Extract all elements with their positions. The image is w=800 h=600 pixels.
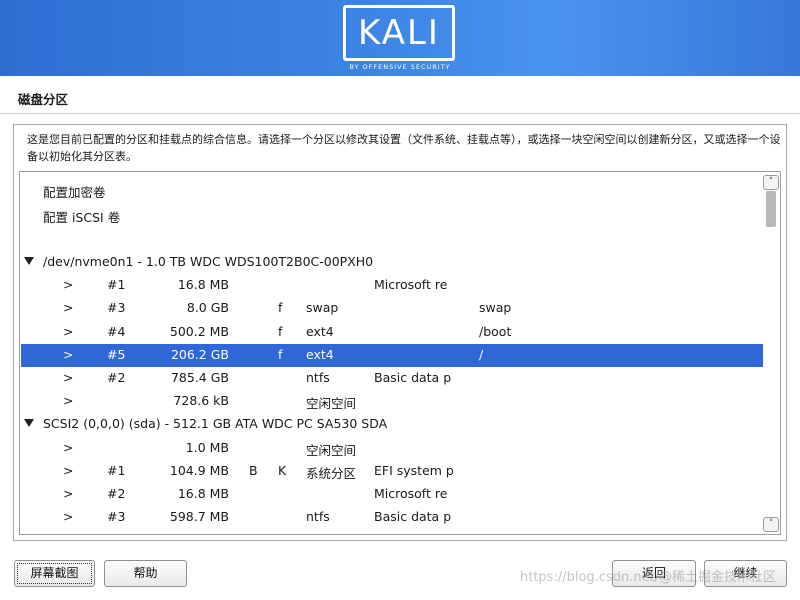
partition-mount: /boot [479, 323, 512, 339]
partition-name: Microsoft re [374, 486, 448, 501]
partition-name: Microsoft re [374, 277, 448, 293]
partition-expand-arrow[interactable]: > [63, 440, 73, 455]
scroll-down-button[interactable]: ˅ [763, 517, 779, 532]
partition-expand-arrow[interactable]: > [63, 347, 73, 362]
partition-size: 16.8 MB [177, 277, 229, 293]
partition-size: 104.9 MB [169, 462, 229, 478]
partition-expand-arrow[interactable]: > [63, 370, 73, 385]
partition-size: 8.0 GB [186, 300, 229, 316]
partition-expand-arrow[interactable]: > [63, 277, 73, 292]
partition-number: #2 [107, 486, 126, 501]
partition-name: Basic data p [374, 370, 452, 385]
partition-number: #4 [107, 323, 126, 339]
partition-size: 500.2 MB [169, 323, 229, 339]
partition-filesystem: ext4 [306, 346, 334, 362]
header-banner: KALI BY OFFENSIVE SECURITY [0, 0, 800, 76]
description-text: 这是您目前已配置的分区和挂载点的综合信息。请选择一个分区以修改其设置（文件系统、… [27, 133, 781, 163]
partition-expand-arrow[interactable]: > [63, 463, 73, 478]
partition-expand-arrow[interactable]: > [63, 509, 73, 524]
action-label: 配置加密卷 [43, 185, 106, 200]
partition-row[interactable]: > #1 104.9 MB B K 系统分区 EFI system p [21, 460, 763, 483]
device-label: /dev/nvme0n1 - 1.0 TB WDC WDS100T2B0C-00… [43, 254, 374, 269]
partition-filesystem: ext4 [306, 323, 334, 339]
partition-flag-format: f [278, 300, 283, 316]
partition-size: 598.7 MB [169, 509, 229, 525]
partition-number: #5 [107, 346, 126, 362]
partition-row[interactable]: > #5 206.2 GB f ext4 / [21, 343, 763, 367]
partition-filesystem: ntfs [306, 370, 330, 385]
partition-size: 16.8 MB [177, 486, 229, 501]
logo-text: KALI [358, 13, 440, 53]
partition-list[interactable]: 配置加密卷配置 iSCSI 卷/dev/nvme0n1 - 1.0 TB WDC… [19, 171, 781, 535]
partition-expand-arrow[interactable]: > [63, 300, 73, 315]
screenshot-button[interactable]: 屏幕截图 [14, 560, 95, 587]
scrollbar[interactable]: ˄ ˅ [763, 173, 779, 533]
partition-row[interactable]: > #2 16.8 MB Microsoft re [21, 483, 763, 506]
device-label: SCSI2 (0,0,0) (sda) - 512.1 GB ATA WDC P… [43, 416, 388, 432]
logo-tagline: BY OFFENSIVE SECURITY [349, 63, 451, 71]
partition-filesystem: 空闲空间 [306, 396, 357, 412]
action-label: 配置 iSCSI 卷 [43, 210, 121, 225]
partition-size: 1.0 MB [185, 439, 229, 455]
partition-number: #3 [107, 300, 126, 316]
partition-flag-boot: B [249, 462, 258, 478]
partition-row[interactable]: > #3 8.0 GB f swap swap [21, 297, 763, 320]
partition-flag-format: K [278, 462, 287, 478]
action-item[interactable]: 配置 iSCSI 卷 [21, 204, 763, 227]
partition-number: #1 [107, 277, 126, 293]
partition-expand-arrow[interactable]: > [63, 324, 73, 339]
scroll-up-button[interactable]: ˄ [763, 175, 779, 190]
partition-number: #1 [107, 462, 126, 478]
partition-row[interactable]: > #3 598.7 MB ntfs Basic data p [21, 506, 763, 529]
partition-row[interactable]: > #1 16.8 MB Microsoft re [21, 274, 763, 297]
partition-filesystem: 系统分区 [306, 465, 357, 481]
partition-size: 206.2 GB [170, 346, 229, 362]
partition-mount: / [479, 346, 484, 362]
partition-number: #3 [107, 509, 126, 525]
expand-triangle-icon[interactable] [24, 419, 34, 428]
partition-expand-arrow[interactable]: > [63, 393, 73, 408]
scrollbar-thumb[interactable] [766, 191, 776, 227]
partition-row[interactable]: >728.6 kB 空闲空间 [21, 390, 763, 413]
device-row[interactable]: SCSI2 (0,0,0) (sda) - 512.1 GB ATA WDC P… [21, 413, 763, 436]
partition-mount: swap [479, 300, 512, 316]
expand-triangle-icon[interactable] [24, 257, 34, 265]
help-button[interactable]: 帮助 [104, 560, 187, 587]
page-title: 磁盘分区 [18, 92, 69, 107]
partition-row[interactable]: > #2 785.4 GB ntfs Basic data p [21, 367, 763, 390]
watermark: https://blog.csdn.net/@稀土掘金技术社区 [520, 570, 777, 585]
partition-row[interactable]: > #4 500.2 MB f ext4/boot [21, 321, 763, 344]
partition-filesystem: 空闲空间 [306, 442, 357, 458]
partition-flag-format: f [278, 323, 283, 339]
partition-size: 785.4 GB [170, 370, 229, 385]
partition-name: EFI system p [374, 462, 454, 478]
partition-filesystem: swap [306, 300, 339, 316]
partition-size: 728.6 kB [173, 393, 229, 409]
partition-expand-arrow[interactable]: > [63, 486, 73, 501]
kali-logo: KALI [343, 5, 455, 61]
title-divider [0, 113, 800, 114]
partition-flag-format: f [278, 346, 283, 362]
scrollbar-track[interactable] [766, 191, 776, 515]
action-item[interactable]: 配置加密卷 [21, 179, 763, 202]
partition-name: Basic data p [374, 509, 452, 525]
device-row[interactable]: /dev/nvme0n1 - 1.0 TB WDC WDS100T2B0C-00… [21, 251, 763, 274]
partition-filesystem: ntfs [306, 509, 330, 525]
partition-number: #2 [107, 370, 126, 385]
partition-row[interactable]: >1.0 MB 空闲空间 [21, 437, 763, 460]
